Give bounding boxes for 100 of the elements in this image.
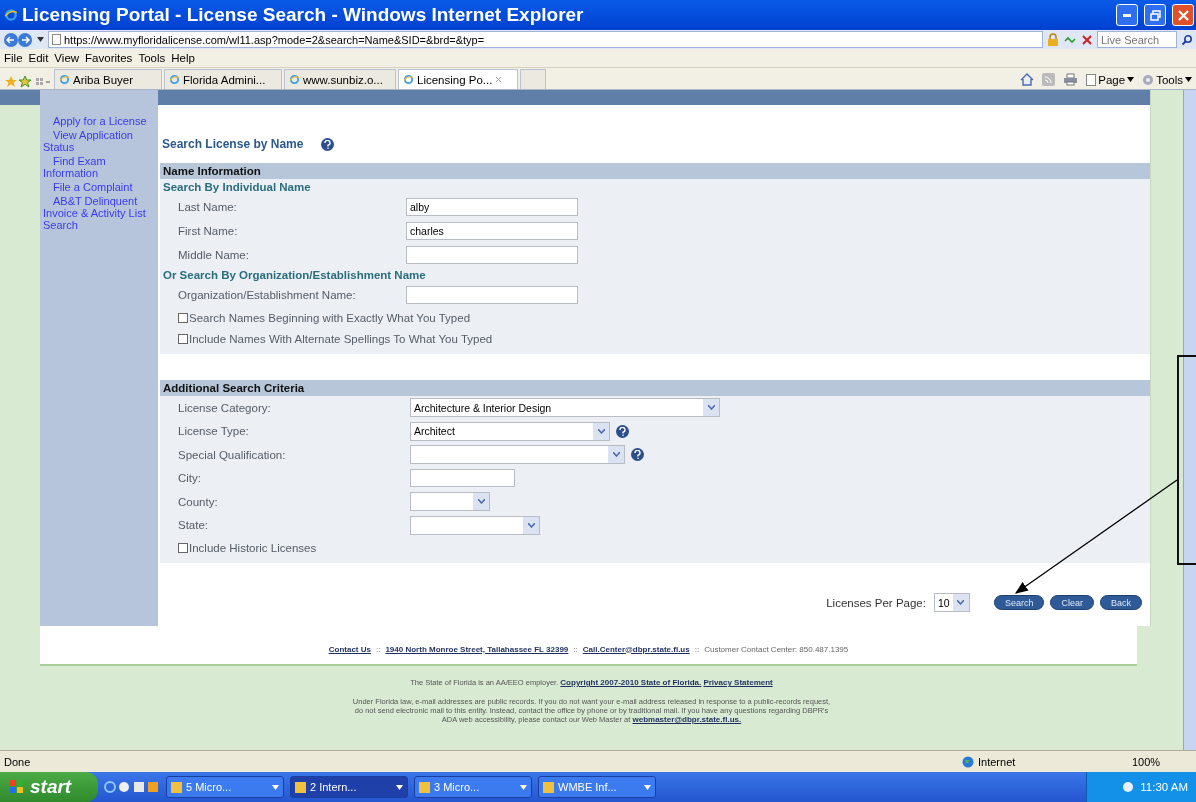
field-label: State:	[178, 519, 209, 532]
action-button[interactable]: Back	[1100, 595, 1142, 610]
caret-icon	[37, 37, 44, 42]
field-label: Special Qualification:	[178, 448, 286, 461]
back-forward-icon[interactable]	[3, 31, 33, 48]
menu-item[interactable]: Favorites	[85, 52, 133, 64]
section-header: Name Information	[160, 163, 1150, 179]
search-field[interactable]: Live Search	[1097, 31, 1177, 48]
browser-icon	[403, 74, 414, 85]
globe-icon	[962, 755, 974, 768]
footer-link[interactable]: 1940 North Monroe Street, Tallahassee FL 32399	[385, 644, 569, 654]
checkbox-label: Search Names Beginning with Exactly What You Typed	[189, 311, 471, 324]
print-icon[interactable]	[1063, 73, 1079, 86]
page-icon	[52, 34, 61, 45]
header-band	[0, 90, 40, 105]
command-menu[interactable]: Page	[1086, 73, 1135, 86]
window-icon	[171, 781, 182, 793]
sidebar-link[interactable]: View Application Status	[43, 129, 154, 153]
webmaster-link[interactable]: webmaster@dbpr.state.fl.us.	[632, 715, 742, 724]
text-field[interactable]	[410, 469, 515, 488]
help-icon[interactable]	[321, 137, 335, 151]
help-icon[interactable]	[631, 448, 644, 462]
sidebar-link[interactable]: Apply for a License	[43, 115, 154, 127]
per-page-dropdown[interactable]: 10	[933, 593, 970, 612]
favorites-star-icon[interactable]	[4, 75, 32, 89]
menu-item[interactable]: File	[4, 52, 23, 64]
checkbox-label: Include Historic Licenses	[189, 541, 317, 554]
browser-icon	[4, 8, 18, 22]
restore-button[interactable]	[1144, 4, 1166, 26]
menu-item[interactable]: Edit	[28, 52, 49, 64]
footer-link[interactable]: Call.Center@dbpr.state.fl.us	[582, 644, 690, 654]
field-label: First Name:	[178, 225, 238, 237]
checkbox[interactable]	[178, 312, 188, 323]
window-title: Licensing Portal - License Search - Windows Internet Explorer	[22, 4, 585, 26]
sidebar-link[interactable]: AB&T Delinquent Invoice & Activity List Search	[43, 195, 154, 231]
checkbox[interactable]	[178, 334, 188, 345]
field-label: City:	[178, 472, 201, 485]
field-label: Last Name:	[178, 201, 237, 213]
browser-icon	[169, 74, 180, 85]
text-field[interactable]: charles	[406, 222, 578, 240]
action-button[interactable]: Clear	[1050, 595, 1094, 610]
browser-tab[interactable]: Licensing Po...	[398, 69, 518, 89]
caret-icon	[644, 784, 651, 790]
zone-text: Internet	[978, 755, 1017, 768]
gear-icon	[1142, 73, 1155, 86]
footer-link[interactable]: Contact Us	[328, 644, 371, 654]
browser-tab[interactable]: www.sunbiz.o...	[284, 69, 396, 89]
sidebar-link[interactable]: File a Complaint	[43, 181, 154, 193]
window-icon	[419, 781, 430, 793]
scrollbar[interactable]	[1183, 90, 1196, 750]
field-label: Organization/Establishment Name:	[178, 289, 356, 301]
close-button[interactable]	[1172, 4, 1194, 26]
browser-icon	[289, 74, 300, 85]
page-icon	[1086, 73, 1097, 86]
taskbar-item[interactable]: 3 Micro...	[414, 776, 532, 798]
field-label: License Category:	[178, 401, 271, 414]
sidebar-link[interactable]: Find Exam Information	[43, 155, 154, 179]
close-icon[interactable]	[495, 76, 503, 83]
quick-launch-icon[interactable]	[104, 780, 160, 794]
action-button[interactable]: Search	[993, 595, 1045, 610]
stop-icon[interactable]	[1081, 33, 1093, 46]
taskbar-item[interactable]: 5 Micro...	[166, 776, 284, 798]
copyright-link[interactable]: Copyright 2007-2010 State of Florida.	[560, 678, 702, 687]
checkbox[interactable]	[178, 542, 188, 553]
address-field[interactable]: https://www.myfloridalicense.com/wl11.asp?mode=2&search=Name&SID=&brd=&typ=	[48, 31, 1043, 48]
menu-item[interactable]: Help	[171, 52, 195, 64]
subsection-heading: Search By Individual Name	[162, 180, 312, 195]
per-page-label: Licenses Per Page:	[826, 596, 926, 609]
caret-icon	[520, 784, 527, 790]
home-icon[interactable]	[1020, 73, 1035, 86]
text-field[interactable]	[406, 246, 578, 264]
browser-tab[interactable]: Ariba Buyer	[54, 69, 162, 89]
tray-icon	[1122, 781, 1135, 793]
minimize-icon	[1123, 13, 1131, 17]
browser-tab[interactable]: Florida Admini...	[164, 69, 282, 89]
text-field[interactable]: alby	[406, 198, 578, 216]
menu-item[interactable]: Tools	[138, 52, 166, 64]
subsection-heading: Or Search By Organization/Establishment Name	[162, 268, 427, 283]
separator: ::	[375, 644, 381, 654]
search-icon[interactable]	[1181, 33, 1193, 46]
start-button[interactable]: start	[0, 772, 98, 802]
contact-text: Customer Contact Center: 850.487.1395	[704, 644, 849, 654]
section-header: Additional Search Criteria	[160, 380, 1150, 396]
taskbar-item[interactable]: 2 Intern...	[290, 776, 408, 798]
dropdown[interactable]: Architecture & Interior Design	[410, 398, 720, 418]
text-field[interactable]	[406, 286, 578, 304]
taskbar-item[interactable]: WMBE Inf...	[538, 776, 656, 798]
minimize-button[interactable]	[1116, 4, 1138, 26]
command-menu[interactable]: Tools	[1142, 73, 1192, 86]
status-text: Done	[4, 755, 32, 768]
caret-icon	[1185, 77, 1192, 82]
menu-item[interactable]: View	[54, 52, 80, 64]
caret-icon	[1127, 77, 1135, 82]
field-label: License Type:	[178, 425, 249, 438]
help-icon[interactable]	[616, 424, 629, 438]
zoom-level[interactable]: 100%	[1132, 755, 1192, 768]
privacy-link[interactable]: Privacy Statement	[703, 678, 773, 687]
separator: ::	[573, 644, 578, 654]
windows-logo-icon	[10, 780, 24, 794]
dropdown[interactable]: Architect	[410, 421, 610, 441]
